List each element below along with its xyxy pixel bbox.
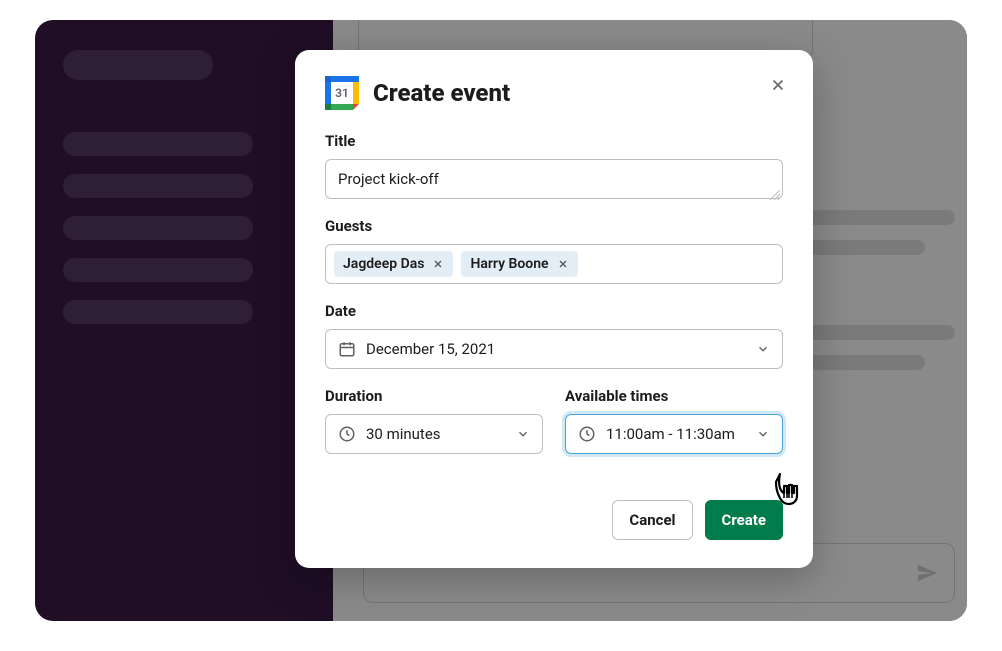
available-times-select[interactable]: 11:00am - 11:30am: [565, 414, 783, 454]
date-label: Date: [325, 302, 783, 320]
modal-footer: Cancel Create: [325, 500, 783, 540]
clock-icon: [338, 425, 356, 443]
sidebar-item-skeleton: [63, 174, 253, 198]
title-input[interactable]: Project kick-off: [325, 159, 783, 199]
title-label: Title: [325, 132, 783, 150]
duration-label: Duration: [325, 387, 543, 405]
sidebar-item-skeleton: [63, 132, 253, 156]
sidebar-workspace-skeleton: [63, 50, 213, 80]
chevron-down-icon: [756, 427, 770, 441]
guest-chip[interactable]: Harry Boone: [461, 251, 577, 277]
title-field-group: Title Project kick-off: [325, 132, 783, 199]
guest-chip-label: Jagdeep Das: [343, 256, 424, 272]
title-input-text: Project kick-off: [338, 170, 439, 188]
duration-select[interactable]: 30 minutes: [325, 414, 543, 454]
close-button[interactable]: [765, 72, 791, 98]
modal-header: 31 Create event: [325, 76, 783, 110]
available-times-label: Available times: [565, 387, 783, 405]
sidebar: [35, 20, 315, 621]
modal-title: Create event: [373, 79, 783, 107]
remove-guest-button[interactable]: [432, 258, 444, 270]
chevron-down-icon: [756, 342, 770, 356]
google-calendar-icon: 31: [325, 76, 359, 110]
date-field-group: Date December 15, 2021: [325, 302, 783, 369]
duration-field-group: Duration 30 minutes: [325, 387, 543, 454]
calendar-icon: [338, 340, 356, 358]
create-button[interactable]: Create: [705, 500, 783, 540]
available-times-field-group: Available times 11:00am - 11:30am: [565, 387, 783, 454]
duration-value: 30 minutes: [366, 425, 506, 443]
remove-guest-button[interactable]: [557, 258, 569, 270]
guest-chip[interactable]: Jagdeep Das: [334, 251, 453, 277]
svg-text:31: 31: [335, 86, 349, 100]
cancel-button[interactable]: Cancel: [612, 500, 692, 540]
date-value: December 15, 2021: [366, 340, 746, 358]
guest-chip-label: Harry Boone: [470, 256, 548, 272]
resize-handle-icon: [770, 186, 780, 196]
close-icon: [769, 76, 787, 94]
guests-field-group: Guests Jagdeep Das Harry Boone: [325, 217, 783, 284]
date-select[interactable]: December 15, 2021: [325, 329, 783, 369]
create-event-modal: 31 Create event Title Project kick-off G…: [295, 50, 813, 568]
sidebar-item-skeleton: [63, 258, 253, 282]
guests-input[interactable]: Jagdeep Das Harry Boone: [325, 244, 783, 284]
sidebar-item-skeleton: [63, 300, 253, 324]
sidebar-item-skeleton: [63, 216, 253, 240]
guests-label: Guests: [325, 217, 783, 235]
chevron-down-icon: [516, 427, 530, 441]
available-times-value: 11:00am - 11:30am: [606, 425, 746, 443]
clock-icon: [578, 425, 596, 443]
